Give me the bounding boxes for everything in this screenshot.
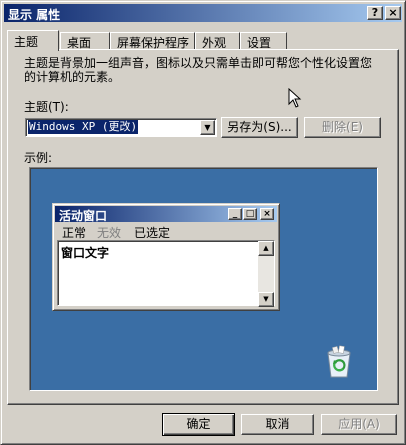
display-properties-window: 显示 属性 ? × 主题 桌面 屏幕保护程序 外观 设置 主题是背景加一组声音，…: [0, 0, 406, 445]
tab-settings[interactable]: 设置: [240, 32, 287, 50]
tab-themes[interactable]: 主题: [7, 30, 59, 51]
close-icon: ×: [260, 208, 274, 220]
recycle-bin-icon: [327, 345, 351, 378]
preview-window-text: 窗口文字: [61, 246, 110, 260]
preview-menu-disabled: 无效: [97, 226, 122, 240]
apply-button[interactable]: 应用(A): [321, 414, 397, 435]
preview-menu-bar: 正常 无效 已选定: [57, 224, 275, 240]
theme-description: 主题是背景加一组声音，图标以及只需单击即可帮您个性化设置您的计算机的元素。: [24, 56, 373, 84]
scroll-up-icon: ▲: [258, 241, 274, 256]
preview-text-area: 窗口文字 ▲ ▼: [57, 240, 275, 307]
dropdown-arrow-icon[interactable]: ▼: [200, 120, 215, 135]
theme-dropdown-value: Windows XP (更改): [28, 120, 139, 134]
preview-title-bar: 活动窗口 _ □ ×: [55, 206, 277, 223]
scroll-down-icon: ▼: [258, 292, 274, 307]
cancel-button[interactable]: 取消: [241, 414, 314, 435]
delete-button[interactable]: 删除(E): [304, 117, 381, 138]
help-button[interactable]: ?: [367, 6, 383, 20]
preview-window-title: 活动窗口: [59, 209, 108, 223]
close-button[interactable]: ×: [385, 6, 401, 20]
preview-scrollbar: ▲ ▼: [258, 241, 274, 307]
preview-menu-selected: 已选定: [134, 226, 171, 240]
tab-screensaver[interactable]: 屏幕保护程序: [110, 32, 195, 50]
sample-label: 示例:: [24, 151, 53, 165]
tab-appearance[interactable]: 外观: [195, 32, 240, 50]
theme-dropdown[interactable]: Windows XP (更改) ▼: [25, 118, 217, 137]
minimize-icon: _: [228, 208, 242, 220]
title-bar[interactable]: 显示 属性 ? ×: [4, 4, 402, 22]
window-title: 显示 属性: [8, 8, 61, 22]
mouse-cursor-icon: [288, 88, 302, 108]
preview-active-window: 活动窗口 _ □ × 正常 无效 已选定 窗口文字 ▲ ▼: [52, 203, 280, 311]
maximize-icon: □: [243, 208, 257, 220]
ok-button[interactable]: 确定: [162, 413, 235, 436]
preview-menu-normal: 正常: [62, 226, 87, 240]
save-as-button[interactable]: 另存为(S)...: [221, 117, 298, 138]
theme-label: 主题(T):: [24, 100, 69, 114]
tab-desktop[interactable]: 桌面: [60, 32, 110, 50]
